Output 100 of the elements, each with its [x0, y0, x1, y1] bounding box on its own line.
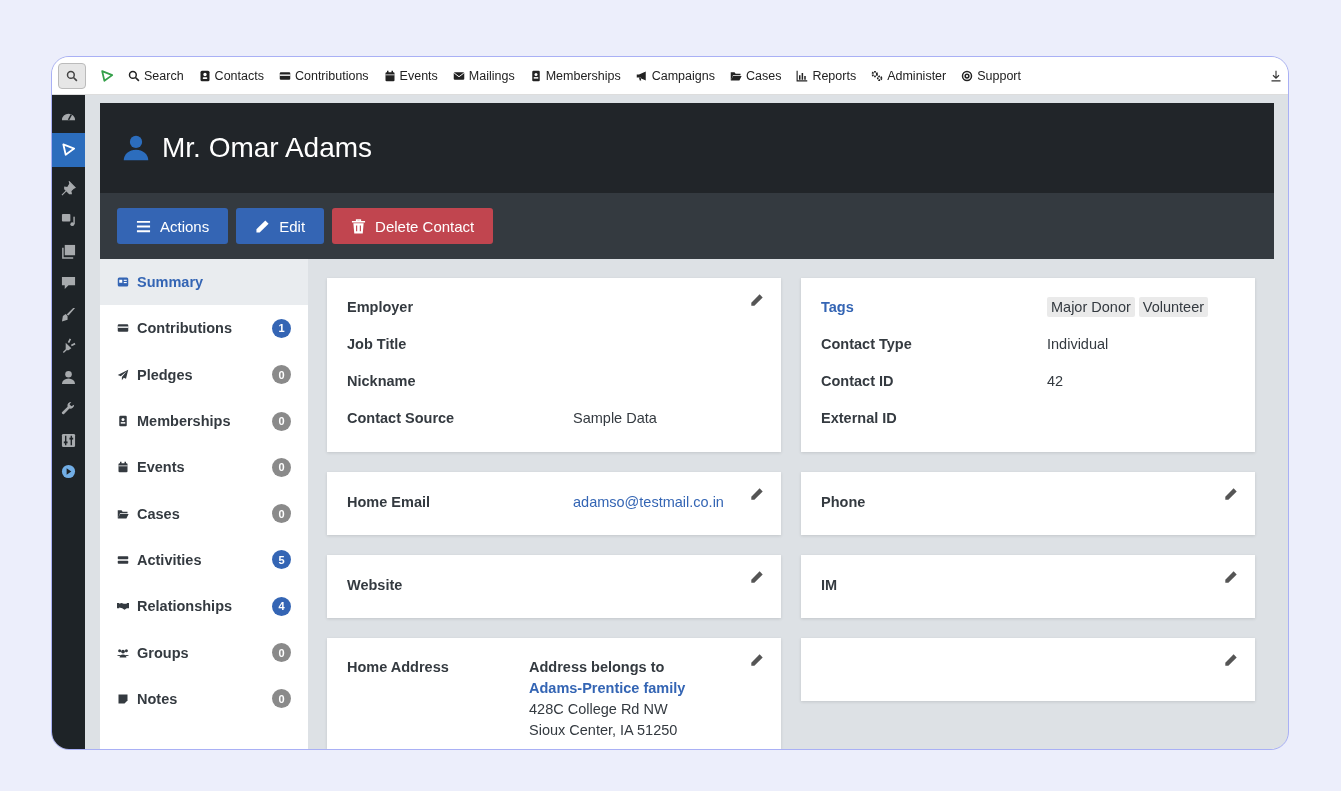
- user-icon: [61, 369, 76, 385]
- menu-item[interactable]: Reports: [796, 68, 857, 83]
- lifebuoy-icon: [961, 69, 974, 82]
- field-label: IM: [821, 577, 839, 595]
- folder-icon: [729, 69, 742, 82]
- field-label: Phone: [821, 494, 867, 512]
- pencil-icon[interactable]: [1224, 487, 1238, 501]
- pencil-icon[interactable]: [1224, 653, 1238, 667]
- pencil-icon[interactable]: [750, 570, 764, 584]
- tab[interactable]: Groups 0: [100, 629, 308, 676]
- tab[interactable]: Cases 0: [100, 490, 308, 537]
- credit-card-icon: [278, 69, 291, 82]
- tab[interactable]: Notes 0: [100, 675, 308, 722]
- address-note: Address belongs to: [529, 658, 666, 677]
- stacked-bars-icon: [117, 553, 129, 566]
- pages-icon: [61, 243, 76, 259]
- pushpin-icon: [61, 180, 76, 196]
- tab[interactable]: Summary: [100, 259, 308, 306]
- count-badge: 0: [272, 365, 291, 385]
- field-label: External ID: [821, 410, 898, 428]
- field-label: Contact Type: [821, 336, 913, 354]
- tab[interactable]: Memberships 0: [100, 397, 308, 445]
- id-badge-icon: [529, 69, 542, 82]
- menu-item[interactable]: Memberships: [529, 68, 621, 83]
- menu-item[interactable]: Campaigns: [635, 68, 715, 83]
- menu-item[interactable]: Search: [128, 68, 184, 83]
- delete-button[interactable]: Delete Contact: [332, 208, 494, 244]
- address-line: Sioux Center, IA 51250: [529, 721, 679, 740]
- plug-icon: [61, 338, 76, 354]
- email-link[interactable]: adamso@testmail.co.in: [573, 494, 724, 510]
- count-badge: 0: [272, 457, 291, 477]
- brush-icon: [61, 306, 76, 322]
- count-badge: 0: [272, 411, 291, 431]
- tag: Volunteer: [1138, 297, 1209, 317]
- menu-item[interactable]: Cases: [729, 68, 782, 83]
- tab[interactable]: Events 0: [100, 444, 308, 491]
- play-icon: [61, 464, 76, 480]
- field-label: Nickname: [347, 373, 417, 391]
- paper-plane-icon: [117, 368, 129, 381]
- speech-bubble-icon: [61, 275, 76, 291]
- field-label: Website: [347, 577, 404, 595]
- search-button[interactable]: [58, 62, 86, 89]
- field-label: Contact Source: [347, 410, 456, 428]
- field-value: Individual: [1047, 336, 1109, 352]
- field-label: Home Email: [347, 494, 431, 512]
- media-icon: [61, 212, 76, 228]
- field-label: Home Address: [347, 659, 450, 677]
- field-label: Contact ID: [821, 373, 895, 391]
- pencil-icon[interactable]: [750, 293, 764, 307]
- trash-icon: [351, 218, 367, 234]
- tab[interactable]: Contributions 1: [100, 305, 308, 352]
- sliders-icon: [61, 432, 76, 448]
- megaphone-icon: [635, 69, 648, 82]
- download-icon[interactable]: [1270, 69, 1282, 82]
- tab[interactable]: Pledges 0: [100, 351, 308, 398]
- pencil-icon: [255, 218, 271, 234]
- action-button[interactable]: Actions: [117, 208, 229, 244]
- calendar-icon: [117, 461, 129, 474]
- count-badge: 1: [272, 318, 291, 338]
- count-badge: 0: [272, 689, 291, 709]
- envelope-icon: [452, 69, 465, 82]
- contact-name: Mr. Omar Adams: [162, 132, 373, 164]
- bar-chart-icon: [796, 69, 809, 82]
- menu-item[interactable]: Mailings: [452, 68, 515, 83]
- tab[interactable]: Relationships 4: [100, 583, 308, 630]
- user-icon: [122, 134, 150, 162]
- action-button[interactable]: Edit: [236, 208, 325, 244]
- wrench-icon: [61, 401, 76, 417]
- count-badge: 5: [272, 550, 291, 570]
- household-link[interactable]: Adams-Prentice family: [529, 678, 686, 699]
- field-label: Job Title: [347, 336, 408, 354]
- menu-icon: [136, 218, 151, 234]
- credit-card-icon: [117, 322, 129, 335]
- triangle-logo-icon: [61, 142, 76, 157]
- field-value: Sample Data: [573, 410, 657, 426]
- search-icon: [128, 69, 140, 82]
- menu-item[interactable]: Administer: [871, 68, 947, 83]
- address-line: 428C College Rd NW: [529, 700, 669, 719]
- field-label[interactable]: Tags: [821, 299, 1047, 336]
- id-badge-icon: [117, 415, 129, 428]
- pencil-icon[interactable]: [750, 487, 764, 501]
- id-card-icon: [117, 276, 129, 289]
- field-label: Employer: [347, 299, 415, 317]
- menu-item[interactable]: Events: [383, 68, 438, 83]
- folder-icon: [117, 507, 129, 520]
- count-badge: 0: [272, 504, 291, 524]
- pencil-icon[interactable]: [750, 653, 764, 667]
- triangle-logo-icon[interactable]: [100, 68, 114, 83]
- contact-card-icon: [198, 69, 211, 82]
- tag: Major Donor: [1047, 297, 1135, 317]
- pencil-icon[interactable]: [1224, 570, 1238, 584]
- count-badge: 0: [272, 643, 291, 662]
- count-badge: 4: [272, 596, 291, 616]
- menu-item[interactable]: Contacts: [198, 68, 264, 83]
- search-icon: [66, 69, 78, 82]
- tab[interactable]: Activities 5: [100, 536, 308, 584]
- calendar-icon: [383, 69, 396, 82]
- menu-item[interactable]: Support: [961, 68, 1021, 83]
- menu-item[interactable]: Contributions: [278, 68, 369, 83]
- note-icon: [117, 692, 129, 705]
